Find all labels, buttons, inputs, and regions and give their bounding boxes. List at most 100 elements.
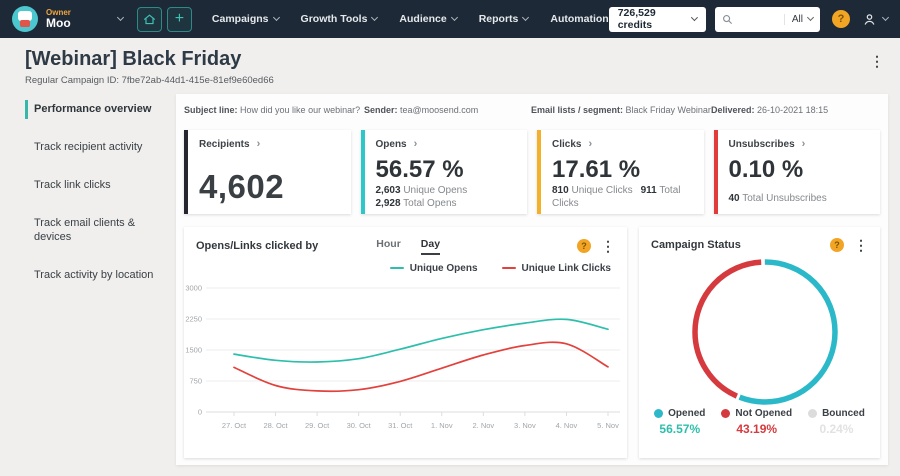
donut-legend: Opened 56.57% Not Opened 43.19% Bounced … — [639, 408, 880, 436]
interval-toggle: Hour Day — [376, 238, 441, 255]
legend-unique-opens[interactable]: Unique Opens — [389, 263, 478, 274]
svg-text:3. Nov: 3. Nov — [514, 421, 536, 430]
svg-text:29. Oct: 29. Oct — [305, 421, 330, 430]
charts-row: Opens/Links clicked by Hour Day ? ⋮ Uniq… — [176, 214, 888, 458]
chevron-right-icon: › — [588, 137, 593, 150]
sidebar-item-email-clients[interactable]: Track email clients & devices — [25, 214, 167, 248]
opens-card[interactable]: Opens › 56.57 % 2,603 Unique Opens 2,928… — [360, 129, 527, 214]
account-name: Moo — [46, 15, 71, 30]
delivered-date: Delivered: 26-10-2021 18:15 — [711, 105, 829, 115]
chevron-down-icon — [522, 13, 530, 22]
user-menu[interactable] — [862, 12, 890, 27]
clicks-rate: 17.61 % — [552, 155, 641, 183]
kebab-menu-icon[interactable]: ⋮ — [854, 238, 868, 252]
report-sidebar: Performance overview Track recipient act… — [25, 100, 167, 304]
svg-text:2250: 2250 — [185, 314, 202, 323]
page-header: [Webinar] Black Friday Regular Campaign … — [0, 38, 900, 94]
opens-links-chart-card: Opens/Links clicked by Hour Day ? ⋮ Uniq… — [184, 226, 627, 458]
toggle-day[interactable]: Day — [420, 238, 441, 255]
main-navbar: Owner Moo + Campaigns Growth Tools Audie… — [0, 0, 900, 38]
legend-opened[interactable]: Opened 56.57% — [654, 408, 705, 436]
legend-bounced[interactable]: Bounced 0.24% — [808, 408, 865, 436]
help-icon: ? — [837, 13, 845, 25]
sidebar-item-link-clicks[interactable]: Track link clicks — [25, 176, 167, 195]
recipients-value: 4,602 — [199, 167, 285, 205]
home-icon — [143, 14, 155, 24]
svg-text:27. Oct: 27. Oct — [222, 421, 247, 430]
nav-audience[interactable]: Audience — [399, 13, 458, 25]
help-icon: ? — [834, 239, 840, 250]
account-switcher[interactable]: Owner Moo — [12, 6, 124, 32]
unsubscribes-card-title[interactable]: Unsubscribes › — [729, 137, 870, 150]
credits-dropdown[interactable]: 726,529 credits — [608, 6, 707, 32]
kebab-menu-icon[interactable]: ⋮ — [870, 54, 884, 68]
global-search: All — [715, 6, 820, 32]
report-panel: Subject line: How did you like our webin… — [176, 94, 888, 465]
chevron-right-icon: › — [413, 137, 418, 150]
chevron-down-icon — [881, 13, 890, 21]
recipients-card-title[interactable]: Recipients › — [199, 137, 340, 150]
svg-text:1. Nov: 1. Nov — [431, 421, 453, 430]
line-swatch — [389, 267, 404, 270]
bounced-dot — [808, 408, 818, 418]
svg-text:2. Nov: 2. Nov — [472, 421, 494, 430]
metric-cards-row: Recipients › 4,602 Opens › 56.57 % 2,603… — [176, 117, 888, 214]
help-button[interactable]: ? — [577, 239, 591, 254]
svg-text:5. Nov: 5. Nov — [597, 421, 619, 430]
campaign-status-donut[interactable] — [639, 252, 878, 410]
opened-dot — [654, 408, 664, 418]
nav-growth-tools[interactable]: Growth Tools — [301, 13, 379, 25]
primary-nav: Campaigns Growth Tools Audience Reports … — [212, 13, 609, 25]
chevron-right-icon: › — [256, 137, 261, 150]
line-chart-legend: Unique Opens Unique Link Clicks — [184, 255, 627, 274]
legend-unique-link-clicks[interactable]: Unique Link Clicks — [501, 263, 611, 274]
svg-text:750: 750 — [189, 376, 202, 385]
sidebar-item-activity-location[interactable]: Track activity by location — [25, 266, 167, 285]
chevron-down-icon — [371, 13, 379, 22]
recipients-card[interactable]: Recipients › 4,602 — [184, 129, 351, 214]
svg-text:0: 0 — [198, 407, 202, 416]
chevron-down-icon — [450, 13, 458, 22]
kebab-menu-icon[interactable]: ⋮ — [601, 239, 615, 253]
nav-automation[interactable]: Automation — [550, 13, 608, 25]
search-input[interactable] — [738, 13, 784, 25]
subject-line: Subject line: How did you like our webin… — [184, 105, 361, 115]
help-icon: ? — [581, 241, 587, 252]
line-swatch — [501, 267, 516, 270]
not-opened-pct: 43.19% — [736, 421, 778, 436]
svg-text:28. Oct: 28. Oct — [263, 421, 288, 430]
legend-not-opened[interactable]: Not Opened 43.19% — [721, 408, 792, 436]
campaign-status-card: Campaign Status ? ⋮ Opened 56.57% Not Op… — [639, 226, 880, 458]
help-button[interactable]: ? — [832, 10, 850, 28]
chevron-down-icon — [806, 13, 815, 21]
chevron-down-icon — [116, 13, 124, 21]
create-new-button[interactable]: + — [166, 6, 192, 32]
search-filter-dropdown[interactable]: All — [783, 13, 815, 25]
page-title: [Webinar] Black Friday — [25, 48, 242, 70]
campaign-id: Regular Campaign ID: 7fbe72ab-44d1-415e-… — [25, 75, 274, 86]
sidebar-item-recipient-activity[interactable]: Track recipient activity — [25, 138, 167, 157]
svg-text:4. Nov: 4. Nov — [556, 421, 578, 430]
plus-icon: + — [174, 10, 185, 27]
help-button[interactable]: ? — [830, 237, 844, 252]
opened-pct: 56.57% — [659, 421, 701, 436]
line-chart-title: Opens/Links clicked by — [196, 240, 319, 253]
clicks-card[interactable]: Clicks › 17.61 % 810 Unique Clicks 911 To… — [537, 129, 704, 214]
unsubscribes-card[interactable]: Unsubscribes › 0.10 % 40 Total Unsubscri… — [713, 129, 880, 214]
opens-card-title[interactable]: Opens › — [376, 137, 517, 150]
chevron-right-icon: › — [801, 137, 806, 150]
opens-details: 2,603 Unique Opens 2,928 Total Opens — [375, 184, 468, 210]
svg-text:3000: 3000 — [185, 283, 202, 292]
moosend-logo — [12, 6, 38, 32]
sender: Sender: tea@moosend.com — [364, 105, 479, 115]
svg-text:1500: 1500 — [185, 345, 202, 354]
clicks-card-title[interactable]: Clicks › — [552, 137, 693, 150]
toggle-hour[interactable]: Hour — [376, 238, 401, 255]
nav-reports[interactable]: Reports — [479, 13, 530, 25]
svg-text:30. Oct: 30. Oct — [347, 421, 372, 430]
home-button[interactable] — [136, 6, 162, 32]
sidebar-item-performance-overview[interactable]: Performance overview — [25, 100, 167, 119]
nav-campaigns[interactable]: Campaigns — [212, 13, 280, 25]
opens-links-line-chart[interactable]: 0 750 1500 2250 3000 27. Oct 28. Oct 29. Oct 30.… — [184, 278, 627, 448]
unsubscribes-details: 40 Total Unsubscribes — [728, 193, 827, 205]
